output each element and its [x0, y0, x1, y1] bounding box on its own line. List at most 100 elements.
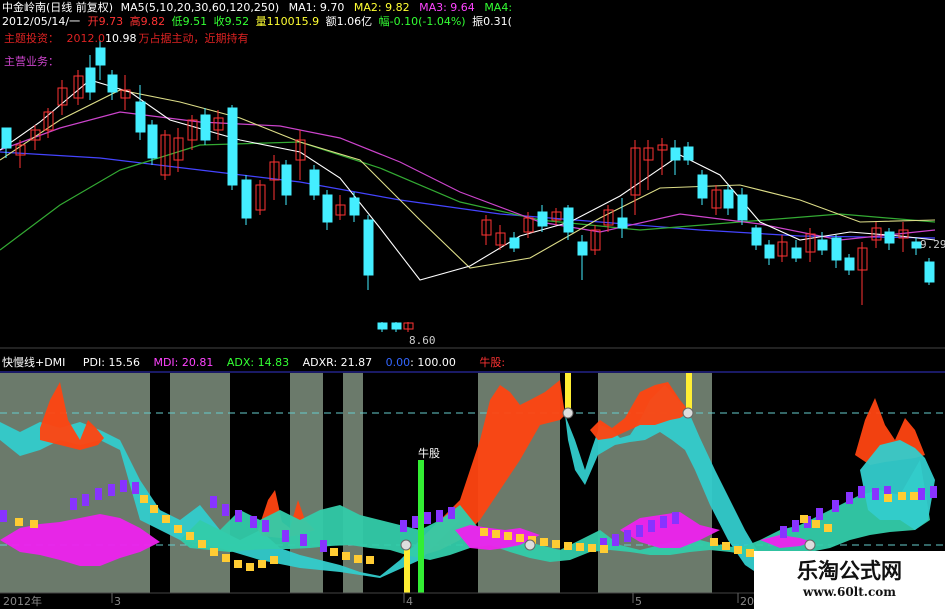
purple-step-10 [235, 510, 242, 522]
signal-bar-green [418, 460, 424, 593]
yellow-step-10 [222, 554, 230, 562]
candle-53 [764, 240, 775, 265]
purple-step-3 [82, 494, 89, 506]
candle-8 [95, 40, 106, 80]
yellow-step-26 [564, 542, 572, 550]
bar-date: 2012/05/14/一 [2, 15, 81, 28]
high-value: 高9.82 [129, 15, 166, 28]
signal-bar-yellow-3 [686, 373, 692, 413]
yellow-step-30 [710, 538, 718, 546]
candle-61 [871, 222, 882, 248]
candle-12 [147, 120, 158, 165]
yellow-step-4 [150, 505, 158, 513]
yellow-step-36 [824, 524, 832, 532]
open-value: 开9.73 [87, 15, 124, 28]
candle-55 [791, 240, 802, 262]
purple-step-25 [648, 520, 655, 532]
yellow-step-3 [140, 495, 148, 503]
candle-51 [737, 188, 748, 225]
candle-48 [697, 170, 708, 205]
amplitude-value: 振0.31( [472, 15, 512, 28]
close-value: 收9.52 [213, 15, 250, 28]
candle-5 [57, 80, 68, 115]
yellow-step-14 [270, 556, 278, 564]
x-label-2012: 2012年 [3, 595, 42, 608]
yellow-step-18 [366, 556, 374, 564]
x-label-5: 5 [635, 595, 642, 608]
business-label: 主营业务： [4, 55, 59, 68]
candle-65 [924, 258, 935, 285]
stock-name: 中金岭南 [2, 1, 46, 14]
yellow-step-13 [258, 560, 266, 568]
candle-28 [363, 215, 374, 290]
purple-step-22 [612, 534, 619, 546]
candle-27 [349, 192, 360, 222]
candle-16 [200, 108, 211, 145]
theme-label: 主题投资： [4, 32, 59, 45]
yellow-step-12 [246, 563, 254, 571]
yellow-step-27 [576, 543, 584, 551]
candlesticks [1, 40, 935, 332]
chart-period: (日线 前复权) [46, 1, 114, 14]
purple-step-23 [624, 530, 631, 542]
candle-44 [643, 140, 654, 190]
yellow-step-16 [342, 552, 350, 560]
adx-value: ADX: 14.83 [226, 356, 290, 369]
niugu-value: 牛股: [479, 356, 506, 369]
signal-dot-1 [562, 407, 574, 419]
purple-step-16 [400, 520, 407, 532]
ohlc-row: 2012/05/14/一 开9.73 高9.82 低9.51 收9.52 量11… [2, 15, 512, 28]
yellow-step-7 [186, 532, 194, 540]
signal-dot-2 [682, 407, 694, 419]
stock-chart[interactable] [0, 0, 945, 609]
candle-49 [711, 185, 722, 215]
purple-step-2 [70, 498, 77, 510]
yellow-step-9 [210, 548, 218, 556]
val2-value: : 100.00 [410, 356, 456, 369]
amount-value: 额1.06亿 [325, 15, 373, 28]
candle-29 [377, 322, 388, 332]
candlestick-panel[interactable] [0, 40, 936, 332]
yellow-step-15 [330, 548, 338, 556]
purple-step-7 [132, 482, 139, 494]
low-price-label: 8.60 [409, 334, 436, 347]
adxr-value: ADXR: 21.87 [302, 356, 373, 369]
yellow-step-33 [746, 549, 754, 557]
theme-value: 2012.0 [66, 32, 106, 45]
ma1-value: MA1: 9.70 [288, 1, 345, 14]
ma4-value: MA4: [484, 1, 513, 14]
yellow-step-24 [540, 538, 548, 546]
candle-7 [85, 55, 96, 100]
candle-26 [335, 195, 346, 220]
yellow-step-34 [800, 515, 808, 523]
candle-41 [603, 205, 614, 232]
signal-dot-4 [524, 539, 536, 551]
yellow-step-11 [234, 560, 242, 568]
purple-step-6 [120, 480, 127, 492]
purple-step-24 [636, 525, 643, 537]
yellow-step-22 [516, 534, 524, 542]
signal-dot-5 [804, 539, 816, 551]
candle-14 [173, 128, 184, 172]
mdi-value: MDI: 20.81 [153, 356, 214, 369]
yellow-step-39 [910, 492, 918, 500]
purple-step-31 [816, 508, 823, 520]
purple-step-20 [448, 507, 455, 519]
yellow-step-21 [504, 532, 512, 540]
candle-22 [281, 160, 292, 205]
stock-header: 中金岭南(日线 前复权) MA5(5,10,20,30,60,120,250) … [2, 1, 512, 14]
theme-row: 主题投资： 2012.010.98 万占据主动，近期持有 [4, 32, 249, 45]
candle-43 [630, 140, 641, 215]
yellow-step-29 [600, 545, 608, 553]
signal-dot-3 [400, 539, 412, 551]
candle-32 [481, 215, 492, 245]
candle-30 [391, 322, 402, 332]
candle-50 [723, 185, 734, 215]
yellow-step-6 [174, 525, 182, 533]
pdi-value: PDI: 15.56 [82, 356, 140, 369]
purple-step-14 [300, 534, 307, 546]
purple-step-34 [858, 486, 865, 498]
x-label-20: 20 [740, 595, 754, 608]
candle-58 [831, 235, 842, 268]
candle-20 [255, 180, 266, 215]
